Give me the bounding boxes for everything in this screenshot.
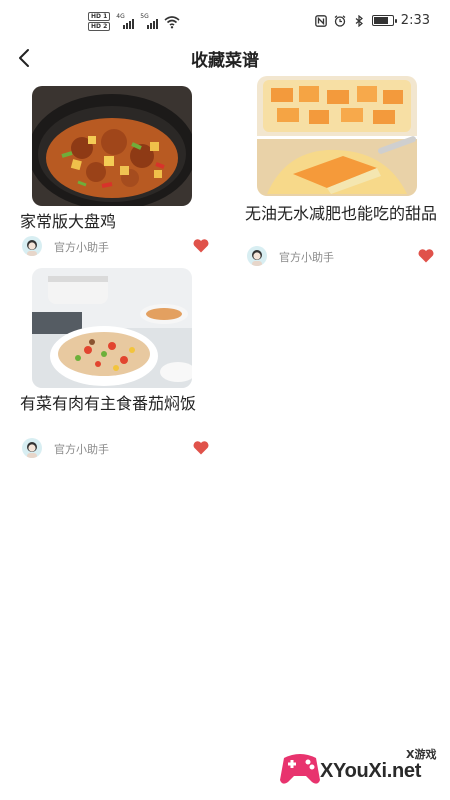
recipe-title[interactable]: 有菜有肉有主食番茄焖饭 bbox=[20, 394, 220, 414]
recipe-card[interactable]: 有菜有肉有主食番茄焖饭 官方小助手 bbox=[20, 268, 210, 460]
recipe-thumbnail[interactable] bbox=[257, 76, 417, 196]
signal-5g-icon: 5G bbox=[140, 13, 159, 29]
recipe-card[interactable]: 无油无水减肥也能吃的甜品 官方小助手 bbox=[245, 76, 437, 268]
signal-4g-icon: 4G bbox=[116, 13, 135, 29]
gamepad-logo-icon bbox=[280, 754, 320, 784]
status-time: 2:33 bbox=[400, 13, 430, 28]
recipe-meta: 官方小助手 bbox=[20, 236, 210, 258]
recipe-meta: 官方小助手 bbox=[20, 438, 210, 460]
alarm-icon bbox=[334, 14, 346, 27]
recipe-thumbnail[interactable] bbox=[32, 86, 192, 206]
watermark: X游戏 XYouXi.net bbox=[278, 742, 448, 796]
recipe-meta: 官方小助手 bbox=[245, 246, 435, 268]
hd-badge: HD 2 bbox=[88, 22, 111, 31]
battery-icon bbox=[371, 15, 397, 26]
avatar bbox=[247, 246, 267, 266]
heart-icon[interactable] bbox=[192, 439, 210, 457]
bluetooth-icon bbox=[355, 14, 363, 27]
recipe-author: 官方小助手 bbox=[54, 241, 109, 254]
status-bar-right: 2:33 bbox=[314, 13, 430, 28]
avatar bbox=[22, 236, 42, 256]
recipe-title[interactable]: 无油无水减肥也能吃的甜品 bbox=[245, 204, 445, 224]
wifi-icon bbox=[164, 15, 180, 28]
recipe-thumbnail[interactable] bbox=[32, 268, 192, 388]
recipe-author: 官方小助手 bbox=[279, 251, 334, 264]
recipe-title[interactable]: 家常版大盘鸡 bbox=[20, 212, 220, 232]
recipe-card[interactable]: 家常版大盘鸡 官方小助手 bbox=[20, 86, 210, 261]
heart-icon[interactable] bbox=[417, 247, 435, 265]
hd-badge: HD 1 bbox=[88, 12, 111, 21]
status-bar: HD 1 HD 2 4G 5G 2:33 bbox=[0, 0, 450, 44]
recipe-author: 官方小助手 bbox=[54, 443, 109, 456]
avatar bbox=[22, 438, 42, 458]
status-bar-left: HD 1 HD 2 4G 5G bbox=[88, 12, 180, 31]
page-title: 收藏菜谱 bbox=[191, 51, 259, 71]
heart-icon[interactable] bbox=[192, 237, 210, 255]
hd-badges: HD 1 HD 2 bbox=[88, 12, 111, 31]
nav-bar: 收藏菜谱 bbox=[0, 44, 450, 72]
nfc-icon bbox=[314, 14, 327, 27]
watermark-big: XYouXi.net bbox=[320, 760, 422, 782]
